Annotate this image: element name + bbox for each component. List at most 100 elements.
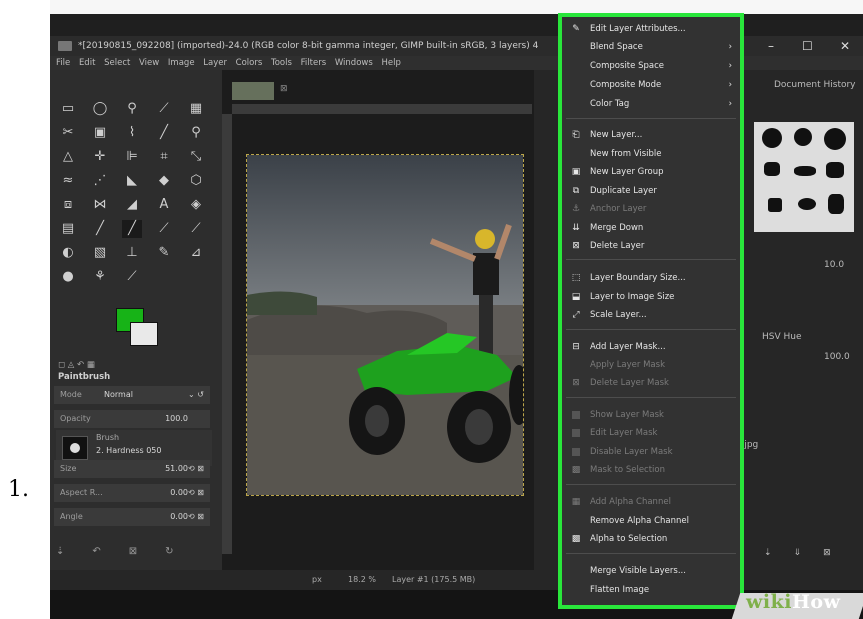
size-value[interactable]: 51.00 [165,460,188,478]
angle-value[interactable]: 0.00 [170,508,188,526]
foreground-select-icon[interactable]: ▣ [90,124,110,142]
airbrush-icon[interactable]: ╱ [90,220,110,238]
brush-swatch[interactable] [798,198,816,210]
menu-layer[interactable]: Layer [203,58,227,68]
layer-panel-footer-icons[interactable]: ⇣⇓⊠ [764,548,853,558]
fuzzy-select-icon[interactable]: ⟋ [154,100,174,118]
transform-icon[interactable]: ⤡ [186,148,206,166]
convolve-icon[interactable]: ⊿ [186,244,206,262]
menu-windows[interactable]: Windows [335,58,373,68]
unit-select[interactable]: px [312,570,322,590]
brush-swatch[interactable] [768,198,782,212]
menu-item-flatten-image[interactable]: Flatten Image [562,581,740,599]
layer-mode-value[interactable]: HSV Hue [762,332,802,342]
text-tool-icon[interactable]: A [154,196,174,214]
brush-swatch[interactable] [824,128,846,150]
reset-icon[interactable]: ⟲ ⊠ [188,508,204,526]
menu-image[interactable]: Image [168,58,195,68]
handle-transform-icon[interactable]: ⋈ [90,196,110,214]
cage-icon[interactable]: ⬡ [186,172,206,190]
brush-swatch[interactable] [794,128,812,146]
size-row[interactable]: Size 51.00 ⟲ ⊠ [54,460,210,478]
zoom-icon[interactable]: ⚲ [186,124,206,142]
flip-icon[interactable]: ◆ [154,172,174,190]
heal-icon[interactable]: ▧ [90,244,110,262]
opacity-value[interactable]: 100.0 [165,410,188,428]
unified-transform-icon[interactable]: ⧈ [58,196,78,214]
paintbrush-icon[interactable]: ╱ [122,220,142,238]
dodge-icon[interactable]: ✎ [154,244,174,262]
spacing-value[interactable]: 10.0 [824,260,844,270]
angle-row[interactable]: Angle 0.00 ⟲ ⊠ [54,508,210,526]
brushes-grid[interactable] [754,122,854,232]
mode-value[interactable]: Normal [104,386,133,404]
gegl-icon[interactable]: ⟋ [122,268,142,286]
pencil-icon[interactable]: ▤ [58,220,78,238]
layer-opacity-value[interactable]: 100.0 [824,352,850,362]
perspective-icon[interactable]: ◣ [122,172,142,190]
opacity-row[interactable]: Opacity 100.0 [54,410,210,428]
measure-icon[interactable]: △ [58,148,78,166]
mode-row[interactable]: Mode Normal ⌄ ↺ [54,386,210,404]
drop-icon[interactable]: ● [58,268,78,286]
shear-icon[interactable]: ⋰ [90,172,110,190]
zoom-select[interactable]: 18.2 % [348,570,376,590]
warp-icon[interactable]: ≈ [58,172,78,190]
menu-item-alpha-to-selection[interactable]: ▩ Alpha to Selection [562,530,740,548]
menu-item-new-layer-group[interactable]: ▣ New Layer Group [562,163,740,181]
menu-item-merge-visible-layers[interactable]: Merge Visible Layers... [562,562,740,580]
menu-filters[interactable]: Filters [301,58,326,68]
tab-document-history[interactable]: Document History [774,80,856,90]
minimize-button[interactable]: – [768,36,774,56]
menu-item-merge-down[interactable]: ⇊ Merge Down [562,219,740,237]
menu-edit[interactable]: Edit [79,58,95,68]
ellipse-select-icon[interactable]: ◯ [90,100,110,118]
brush-swatch[interactable] [794,166,816,176]
brush-swatch[interactable] [828,194,844,214]
close-tab-icon[interactable]: ⊠ [280,84,288,94]
image-tab-thumbnail[interactable] [232,82,274,100]
maximize-button[interactable]: ☐ [802,36,813,56]
smudge-icon[interactable]: ⊥ [122,244,142,262]
ink-icon[interactable]: ⟋ [186,220,206,238]
free-select-icon[interactable]: ⚲ [122,100,142,118]
menu-select[interactable]: Select [104,58,130,68]
brush-value[interactable]: 2. Hardness 050 [96,446,161,455]
reset-icon[interactable]: ⟲ ⊠ [188,460,204,478]
crop-icon[interactable]: ⌗ [154,148,174,166]
menu-item-composite-space[interactable]: Composite Space › [562,57,740,75]
brush-preview[interactable] [62,436,88,460]
clone-icon[interactable]: ◐ [58,244,78,262]
menu-item-scale-layer[interactable]: ⤢ Scale Layer... [562,306,740,324]
color-select-icon[interactable]: ▦ [186,100,206,118]
menu-item-blend-space[interactable]: Blend Space › [562,38,740,56]
brush-swatch[interactable] [762,128,782,148]
toolbox-footer-icons[interactable]: ⇣↶⊠↻ [56,546,202,557]
paths-icon[interactable]: ⌇ [122,124,142,142]
move-icon[interactable]: ✛ [90,148,110,166]
rect-select-icon[interactable]: ▭ [58,100,78,118]
align-icon[interactable]: ⊫ [122,148,142,166]
close-button[interactable]: ✕ [840,36,850,56]
menu-item-layer-to-image-size[interactable]: ⬓ Layer to Image Size [562,288,740,306]
chevron-down-icon[interactable]: ⌄ ↺ [188,386,204,404]
color-picker-icon[interactable]: ╱ [154,124,174,142]
menu-item-remove-alpha-channel[interactable]: Remove Alpha Channel [562,512,740,530]
menu-tools[interactable]: Tools [271,58,292,68]
menu-item-new-layer[interactable]: ⎗ New Layer... [562,126,740,144]
aspect-row[interactable]: Aspect R... 0.00 ⟲ ⊠ [54,484,210,502]
menu-item-delete-layer[interactable]: ⊠ Delete Layer [562,237,740,255]
menu-file[interactable]: File [56,58,70,68]
bucket-fill-icon[interactable]: ◢ [122,196,142,214]
menu-help[interactable]: Help [381,58,400,68]
menu-item-duplicate-layer[interactable]: ⧉ Duplicate Layer [562,182,740,200]
scissors-icon[interactable]: ✂ [58,124,78,142]
menu-item-add-layer-mask[interactable]: ⊟ Add Layer Mask... [562,338,740,356]
brush-swatch[interactable] [764,162,780,176]
eraser-icon[interactable]: ⟋ [154,220,174,238]
menu-item-new-from-visible[interactable]: New from Visible [562,145,740,163]
blend-icon[interactable]: ◈ [186,196,206,214]
menu-view[interactable]: View [139,58,159,68]
menu-item-color-tag[interactable]: Color Tag › [562,95,740,113]
brush-swatch[interactable] [826,162,844,178]
